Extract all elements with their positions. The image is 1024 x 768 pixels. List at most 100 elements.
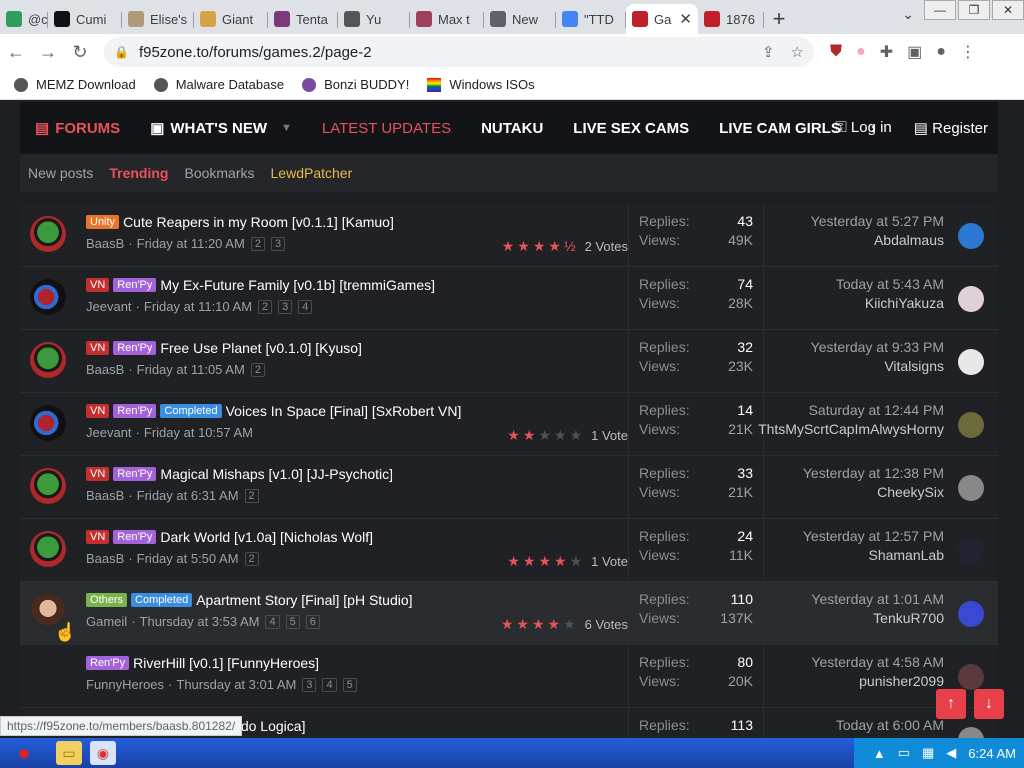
prefix-tag[interactable]: Ren'Py — [113, 278, 157, 292]
explorer-icon[interactable]: ▭ — [56, 741, 82, 765]
sidebar-icon[interactable]: ▣ — [907, 42, 922, 62]
author-avatar[interactable] — [30, 279, 66, 315]
browser-tab[interactable]: New — [484, 4, 556, 34]
forward-arrow-icon[interactable]: → — [32, 36, 64, 68]
thread-date[interactable]: Thursday at 3:01 AM — [176, 677, 296, 692]
address-bar[interactable]: 🔒 f95zone.to/forums/games.2/page-2 ⇪ ☆ — [104, 37, 814, 67]
prefix-tag[interactable]: VN — [86, 341, 110, 355]
last-poster-avatar[interactable] — [958, 475, 984, 501]
page-jump-link[interactable]: 4 — [322, 677, 337, 692]
author-link[interactable]: Jeevant — [86, 299, 132, 314]
last-post-user[interactable]: KiichiYakuza — [836, 294, 944, 313]
prefix-tag[interactable]: VN — [86, 467, 110, 481]
restore-button[interactable]: ❐ — [958, 0, 990, 20]
browser-tab[interactable]: Cumi — [48, 4, 122, 34]
puzzle-icon[interactable]: ✚ — [880, 42, 893, 62]
last-post-user[interactable]: Vitalsigns — [811, 357, 944, 376]
thread-date[interactable]: Friday at 5:50 AM — [137, 551, 239, 566]
start-bird-icon[interactable]: ● — [0, 738, 48, 768]
scroll-down-arrow-icon[interactable]: ↓ — [974, 689, 1004, 719]
thread-title-text[interactable]: Cute Reapers in my Room [v0.1.1] [Kamuo] — [123, 214, 394, 230]
thread-row[interactable]: Unity Cute Reapers in my Room [v0.1.1] [K… — [20, 204, 998, 267]
thread-row[interactable]: VN Ren'Py Completed Voices In Space [Final]… — [20, 393, 998, 456]
page-jump-link[interactable]: 5 — [285, 614, 300, 629]
author-avatar[interactable] — [30, 531, 66, 567]
shield-extension-icon[interactable]: ⛊ — [830, 43, 842, 61]
author-avatar[interactable] — [30, 216, 66, 252]
login-link[interactable]: ⚿ Log in — [835, 119, 891, 137]
page-jump-link[interactable]: 2 — [250, 362, 265, 377]
thread-title-text[interactable]: Dark World [v1.0a] [Nicholas Wolf] — [160, 529, 373, 545]
nav-whats-new[interactable]: ▣ WHAT'S NEW ▼ — [135, 102, 307, 154]
prefix-tag[interactable]: VN — [86, 530, 110, 544]
nav-latest-updates[interactable]: LATEST UPDATES — [307, 102, 466, 154]
thread-date[interactable]: Friday at 11:05 AM — [137, 362, 245, 377]
page-jump-link[interactable]: 2 — [258, 299, 273, 314]
author-link[interactable]: FunnyHeroes — [86, 677, 164, 692]
last-post-time[interactable]: Yesterday at 4:58 AM — [811, 653, 944, 672]
tab-search-chevron-icon[interactable]: ⌄ — [902, 6, 914, 23]
last-post-user[interactable]: Abdalmaus — [811, 231, 944, 250]
last-poster-avatar[interactable] — [958, 286, 984, 312]
browser-tab[interactable]: Giant — [194, 4, 268, 34]
bookmark-star-icon[interactable]: ☆ — [791, 43, 804, 61]
thread-title[interactable]: Unity Cute Reapers in my Room [v0.1.1] [K… — [86, 214, 394, 230]
thread-row[interactable]: VN Ren'Py Free Use Planet [v0.1.0] [Kyuso]… — [20, 330, 998, 393]
prefix-tag[interactable]: Ren'Py — [113, 467, 157, 481]
minimize-button[interactable]: — — [924, 0, 956, 20]
thread-date[interactable]: Friday at 10:57 AM — [144, 425, 253, 440]
last-post-time[interactable]: Today at 6:00 AM — [836, 716, 944, 735]
author-avatar[interactable] — [30, 657, 66, 693]
prefix-tag[interactable]: VN — [86, 404, 110, 418]
prefix-tag[interactable]: Ren'Py — [86, 656, 130, 670]
author-link[interactable]: Gameil — [86, 614, 127, 629]
thread-title[interactable]: Others Completed Apartment Story [Final] [… — [86, 592, 413, 608]
last-poster-avatar[interactable] — [958, 727, 984, 738]
clock[interactable]: 6:24 AM — [968, 746, 1016, 761]
last-post-user[interactable]: TenkuR700 — [811, 609, 944, 628]
prefix-tag[interactable]: Unity — [86, 215, 120, 229]
last-post-user[interactable]: ThtsMyScrtCapImAlwysHorny — [758, 420, 944, 439]
last-post-time[interactable]: Yesterday at 12:38 PM — [803, 464, 944, 483]
nav-forums[interactable]: ▤ FORUMS — [20, 102, 135, 154]
thread-title-text[interactable]: Voices In Space [Final] [SxRobert VN] — [226, 403, 462, 419]
browser-tab[interactable]: Yu — [338, 4, 410, 34]
page-jump-link[interactable]: 2 — [244, 488, 259, 503]
page-jump-link[interactable]: 6 — [305, 614, 320, 629]
prefix-tag[interactable]: Completed — [131, 593, 193, 607]
bookmark-windows-isos[interactable]: Windows ISOs — [427, 77, 535, 92]
page-jump-link[interactable]: 3 — [270, 236, 286, 251]
chevron-down-icon[interactable]: ▼ — [281, 122, 292, 134]
last-poster-avatar[interactable] — [958, 664, 984, 690]
prefix-tag[interactable]: Completed — [160, 404, 222, 418]
thread-title-text[interactable]: Apartment Story [Final] [pH Studio] — [196, 592, 412, 608]
last-poster-avatar[interactable] — [958, 601, 984, 627]
author-link[interactable]: BaasB — [86, 236, 124, 251]
author-link[interactable]: BaasB — [86, 362, 124, 377]
thread-row[interactable]: VN Ren'Py My Ex-Future Family [v0.1b] [tre… — [20, 267, 998, 330]
thread-date[interactable]: Friday at 11:10 AM — [144, 299, 252, 314]
browser-tab[interactable]: Tenta — [268, 4, 338, 34]
prefix-tag[interactable]: Ren'Py — [113, 341, 157, 355]
author-link[interactable]: Jeevant — [86, 425, 132, 440]
prefix-tag[interactable]: Ren'Py — [113, 404, 157, 418]
menu-dots-icon[interactable]: ⋮ — [960, 42, 976, 62]
thread-row[interactable]: Others Completed Apartment Story [Final] [… — [20, 582, 998, 645]
lock-icon[interactable]: 🔒 — [114, 45, 129, 59]
page-jump-link[interactable]: 2 — [250, 236, 265, 251]
thread-date[interactable]: Friday at 6:31 AM — [137, 488, 239, 503]
tray-arrow-icon[interactable]: ▲ — [873, 746, 886, 761]
network-icon[interactable]: ▦ — [922, 745, 934, 761]
last-post-user[interactable]: CheekySix — [803, 483, 944, 502]
last-post-user[interactable]: ShamanLab — [803, 546, 944, 565]
subnav-new-posts[interactable]: New posts — [28, 165, 93, 181]
prefix-tag[interactable]: Others — [86, 593, 128, 607]
battery-icon[interactable]: ▭ — [898, 745, 910, 761]
back-arrow-icon[interactable]: ← — [0, 36, 32, 68]
last-poster-avatar[interactable] — [958, 412, 984, 438]
bookmark-memz[interactable]: MEMZ Download — [14, 77, 136, 92]
last-post-user[interactable]: punisher2099 — [811, 672, 944, 691]
chrome-taskbar-icon[interactable]: ◉ — [90, 741, 116, 765]
last-post-time[interactable]: Yesterday at 5:27 PM — [811, 212, 944, 231]
thread-title[interactable]: VN Ren'Py Magical Mishaps [v1.0] [JJ-Psych… — [86, 466, 393, 482]
